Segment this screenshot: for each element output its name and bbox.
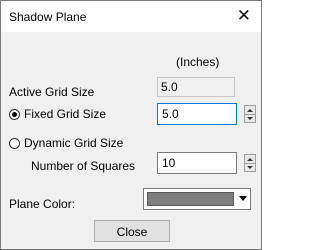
active-grid-size-field: 5.0 bbox=[157, 77, 235, 97]
radio-checked-icon[interactable] bbox=[9, 108, 20, 120]
active-grid-size-label: Active Grid Size bbox=[9, 85, 95, 99]
title-bar: Shadow Plane ✕ bbox=[1, 1, 261, 32]
plane-color-label: Plane Color: bbox=[9, 197, 76, 211]
units-label: (Inches) bbox=[176, 55, 220, 69]
plane-color-dropdown[interactable] bbox=[143, 188, 251, 210]
radio-unchecked-icon[interactable] bbox=[9, 137, 20, 149]
number-of-squares-label: Number of Squares bbox=[31, 159, 136, 173]
number-of-squares-spinner[interactable] bbox=[244, 154, 256, 172]
dialog-title: Shadow Plane bbox=[9, 10, 87, 24]
dynamic-grid-size-label[interactable]: Dynamic Grid Size bbox=[24, 136, 123, 150]
fixed-grid-size-spinner[interactable] bbox=[244, 105, 256, 123]
close-icon[interactable]: ✕ bbox=[237, 7, 251, 24]
spin-down-icon[interactable] bbox=[245, 114, 255, 122]
fixed-grid-size-label[interactable]: Fixed Grid Size bbox=[24, 107, 106, 121]
close-button[interactable]: Close bbox=[94, 220, 170, 242]
chevron-down-icon[interactable] bbox=[239, 196, 247, 201]
fixed-grid-size-radio[interactable]: Fixed Grid Size bbox=[9, 107, 106, 121]
dynamic-grid-size-radio[interactable]: Dynamic Grid Size bbox=[9, 136, 123, 150]
number-of-squares-input[interactable]: 10 bbox=[157, 152, 237, 174]
spin-down-icon[interactable] bbox=[245, 163, 255, 171]
shadow-plane-dialog: Shadow Plane ✕ (Inches) Active Grid Size… bbox=[0, 0, 262, 250]
color-swatch bbox=[147, 192, 234, 206]
fixed-grid-size-input[interactable]: 5.0 bbox=[157, 103, 237, 125]
